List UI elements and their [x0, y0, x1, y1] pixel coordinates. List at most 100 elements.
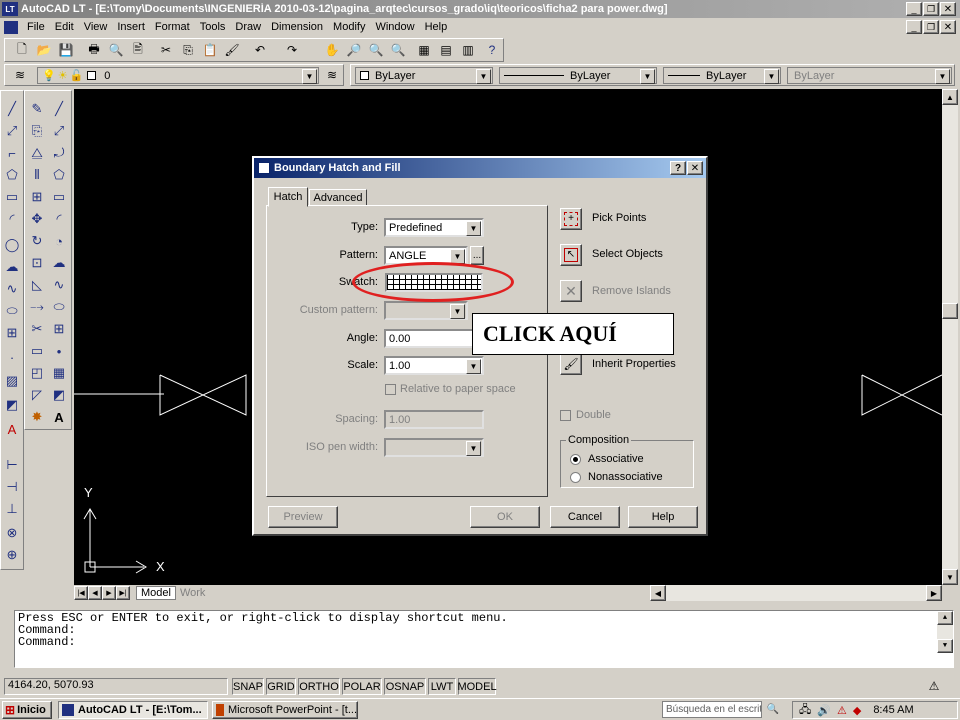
- dimension-aligned-icon[interactable]: ⊣: [2, 477, 22, 497]
- menu-window[interactable]: Window: [370, 21, 419, 33]
- network-icon[interactable]: 🖧: [799, 701, 811, 720]
- plotstyle-dropdown[interactable]: ByLayer ▼: [787, 67, 952, 84]
- associative-radio[interactable]: [570, 454, 581, 465]
- task-powerpoint[interactable]: Microsoft PowerPoint - [t...: [212, 701, 358, 719]
- antivirus-icon[interactable]: ◆: [853, 704, 861, 717]
- scroll-right-button[interactable]: ▶: [926, 585, 942, 601]
- model-toggle[interactable]: MODEL: [457, 678, 497, 695]
- comm-center-icon[interactable]: ⚠: [926, 678, 942, 694]
- layer-manager-icon[interactable]: ≋: [11, 66, 29, 84]
- make-current-layer-icon[interactable]: ≋: [323, 66, 341, 84]
- tab-model[interactable]: Model: [136, 586, 176, 600]
- scale-icon[interactable]: ⊡: [27, 253, 47, 273]
- cloud-icon[interactable]: ☁: [49, 253, 69, 273]
- horizontal-scrollbar[interactable]: ◀ ▶: [650, 585, 942, 601]
- doc-minimize-button[interactable]: _: [906, 20, 922, 34]
- curve-icon[interactable]: ∿: [49, 275, 69, 295]
- tool-palettes-icon[interactable]: ▥: [459, 41, 477, 59]
- spline-icon[interactable]: ∿: [2, 279, 22, 299]
- tab-first-button[interactable]: |◀: [74, 586, 88, 600]
- scroll-down-button[interactable]: ▼: [937, 639, 953, 653]
- draw-line-icon[interactable]: ╱: [49, 99, 69, 119]
- tab-advanced[interactable]: Advanced: [309, 189, 367, 206]
- array-icon[interactable]: ⊞: [27, 187, 47, 207]
- menu-edit[interactable]: Edit: [50, 21, 79, 33]
- inherit-properties-button[interactable]: 🖌: [560, 353, 582, 375]
- menu-help[interactable]: Help: [420, 21, 453, 33]
- construction-line-icon[interactable]: ⤢: [2, 121, 22, 141]
- region-draw-icon[interactable]: ◩: [49, 385, 69, 405]
- region-icon[interactable]: ◩: [2, 395, 22, 415]
- revcloud-icon[interactable]: ☁: [2, 257, 22, 277]
- linetype-dropdown[interactable]: ByLayer ▼: [499, 67, 657, 84]
- menu-tools[interactable]: Tools: [195, 21, 231, 33]
- chamfer-icon[interactable]: ◸: [27, 385, 47, 405]
- tab-hatch[interactable]: Hatch: [268, 187, 308, 207]
- dot-icon[interactable]: •: [49, 341, 69, 361]
- menu-modify[interactable]: Modify: [328, 21, 370, 33]
- line-icon[interactable]: ╱: [2, 99, 22, 119]
- command-scrollbar[interactable]: ▲ ▼: [937, 611, 953, 653]
- desktop-search-input[interactable]: Búsqueda en el escrit: [662, 701, 762, 718]
- lwt-toggle[interactable]: LWT: [428, 678, 456, 695]
- rotate-icon[interactable]: ↻: [27, 231, 47, 251]
- zoom-previous-icon[interactable]: 🔍: [389, 41, 407, 59]
- tab-last-button[interactable]: ▶|: [116, 586, 130, 600]
- hatch-draw-icon[interactable]: ▦: [49, 363, 69, 383]
- zoom-realtime-icon[interactable]: 🔎: [345, 41, 363, 59]
- open-icon[interactable]: 📂: [35, 41, 53, 59]
- pan-icon[interactable]: ✋: [323, 41, 341, 59]
- paste-icon[interactable]: 📋: [201, 41, 219, 59]
- snap-toggle[interactable]: SNAP: [232, 678, 264, 695]
- command-window[interactable]: Press ESC or ENTER to exit, or right-cli…: [14, 610, 954, 668]
- close-button[interactable]: ✕: [940, 2, 956, 16]
- print-icon[interactable]: 🖶: [85, 41, 103, 59]
- cut-icon[interactable]: ✂: [157, 41, 175, 59]
- break-icon[interactable]: ◰: [27, 363, 47, 383]
- trim-icon[interactable]: ✂: [27, 319, 47, 339]
- polar-toggle[interactable]: POLAR: [342, 678, 382, 695]
- properties-icon[interactable]: ▦: [415, 41, 433, 59]
- pick-points-button[interactable]: +: [560, 208, 582, 230]
- dialog-help-button[interactable]: ?: [670, 161, 686, 175]
- menu-draw[interactable]: Draw: [230, 21, 266, 33]
- menu-format[interactable]: Format: [150, 21, 195, 33]
- lengthen-icon[interactable]: ⤍: [27, 297, 47, 317]
- mirror-icon[interactable]: ⧋: [27, 143, 47, 163]
- polyline-edit-icon[interactable]: ⤾: [49, 143, 69, 163]
- dialog-close-button[interactable]: ✕: [687, 161, 703, 175]
- explode-icon[interactable]: ✸: [27, 407, 47, 427]
- security-icon[interactable]: ⚠: [837, 704, 847, 717]
- block-icon[interactable]: ⊞: [49, 319, 69, 339]
- hatch-icon[interactable]: ▨: [2, 371, 22, 391]
- dimension-linear-icon[interactable]: ⊢: [2, 455, 22, 475]
- text-icon[interactable]: A: [49, 407, 69, 427]
- scroll-up-button[interactable]: ▲: [942, 89, 958, 105]
- extend-icon[interactable]: ▭: [27, 341, 47, 361]
- select-objects-button[interactable]: ↖: [560, 244, 582, 266]
- tab-next-button[interactable]: ▶: [102, 586, 116, 600]
- restore-button[interactable]: ❐: [923, 2, 939, 16]
- scale-select[interactable]: 1.00 ▼: [384, 356, 484, 375]
- relative-paper-space-checkbox[interactable]: [385, 384, 396, 395]
- doc-close-button[interactable]: ✕: [940, 20, 956, 34]
- tab-work[interactable]: Work: [176, 587, 209, 599]
- point-icon[interactable]: ·: [2, 347, 22, 367]
- insert-block-icon[interactable]: ⊞: [2, 323, 22, 343]
- ellipse-draw-icon[interactable]: ⬭: [49, 297, 69, 317]
- osnap-toggle[interactable]: OSNAP: [384, 678, 426, 695]
- doc-restore-button[interactable]: ❐: [923, 20, 939, 34]
- help-button[interactable]: Help: [628, 506, 698, 528]
- color-dropdown[interactable]: ByLayer ▼: [355, 67, 493, 84]
- rectangle-icon[interactable]: ▭: [2, 187, 22, 207]
- help-icon[interactable]: ?: [483, 41, 501, 59]
- polyline-icon[interactable]: ⌐: [2, 143, 22, 163]
- new-icon[interactable]: 🗋: [13, 41, 31, 59]
- type-select[interactable]: Predefined ▼: [384, 218, 484, 237]
- arc-draw-icon[interactable]: ◜: [49, 209, 69, 229]
- move-icon[interactable]: ✥: [27, 209, 47, 229]
- lineweight-dropdown[interactable]: ByLayer ▼: [663, 67, 781, 84]
- volume-icon[interactable]: 🔊: [817, 704, 831, 717]
- doc-icon[interactable]: [4, 20, 18, 34]
- cancel-button[interactable]: Cancel: [550, 506, 620, 528]
